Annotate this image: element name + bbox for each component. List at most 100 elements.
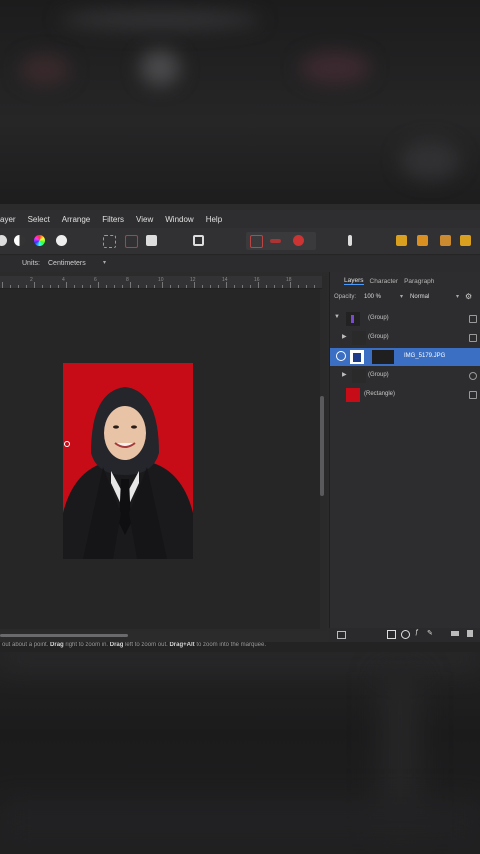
layer-thumbnail xyxy=(352,331,366,345)
layer-row[interactable]: ▼ (Group) xyxy=(330,310,480,328)
layer-thumbnail xyxy=(352,369,366,383)
pen-icon[interactable] xyxy=(348,235,352,246)
ruler-tick xyxy=(210,285,211,288)
expand-arrow-icon[interactable]: ▶ xyxy=(342,333,347,340)
add-layer-icon[interactable] xyxy=(337,631,346,639)
menu-help[interactable]: Help xyxy=(206,215,222,224)
layer-row[interactable]: ▶ (Group) xyxy=(330,367,480,385)
trash-icon[interactable] xyxy=(467,630,473,637)
adjustment-icon[interactable] xyxy=(401,630,410,639)
ruler-tick xyxy=(202,285,203,288)
ruler-tick xyxy=(146,285,147,288)
expand-arrow-icon[interactable]: ▶ xyxy=(342,371,347,378)
tab-character[interactable]: Character xyxy=(370,278,399,285)
horizontal-scrollbar[interactable] xyxy=(0,634,128,637)
opacity-label: Opacity: xyxy=(334,294,357,300)
expand-arrow-icon[interactable]: ▼ xyxy=(334,314,340,320)
visibility-checkbox[interactable] xyxy=(469,391,477,399)
color-swatch-icon[interactable] xyxy=(293,235,304,246)
chevron-down-icon[interactable]: ▾ xyxy=(103,259,106,266)
visibility-checkbox[interactable] xyxy=(469,372,477,380)
main-toolbar xyxy=(0,228,480,255)
mask-thumbnail xyxy=(372,350,394,364)
status-text: right to zoom in. xyxy=(65,642,109,648)
visibility-checkbox[interactable] xyxy=(469,334,477,342)
chevron-down-icon[interactable]: ▾ xyxy=(456,293,459,300)
menu-select[interactable]: Select xyxy=(28,215,50,224)
arrange-back-icon[interactable] xyxy=(440,235,451,246)
document-canvas[interactable] xyxy=(0,289,320,629)
frame-icon[interactable] xyxy=(193,235,204,246)
fx-icon[interactable]: ƒ xyxy=(415,629,419,636)
ruler-tick xyxy=(170,285,171,288)
blend-mode-dropdown[interactable]: Normal xyxy=(410,294,429,300)
tools-icon[interactable] xyxy=(460,235,471,246)
selection-handle[interactable] xyxy=(64,441,70,447)
tab-layers[interactable]: Layers xyxy=(344,277,364,285)
ruler-tick xyxy=(234,285,235,288)
opacity-row: Opacity: 100 % ▾ Normal ▾ ⚙ xyxy=(330,292,480,304)
eye-icon[interactable] xyxy=(336,351,346,361)
context-toolbar: Units: Centimeters ▾ xyxy=(0,256,480,272)
ruler-tick xyxy=(34,282,35,288)
marquee-icon[interactable] xyxy=(103,235,116,248)
layer-name[interactable]: IMG_5179.JPG xyxy=(404,353,445,359)
layer-name[interactable]: (Group) xyxy=(368,334,389,340)
ruler-tick xyxy=(186,285,187,288)
visibility-checkbox[interactable] xyxy=(469,315,477,323)
units-dropdown[interactable]: Centimeters xyxy=(48,260,86,267)
ruler-tick xyxy=(266,285,267,288)
ruler-number: 10 xyxy=(158,277,164,283)
adjust-icon[interactable] xyxy=(0,235,7,246)
mask-icon[interactable] xyxy=(387,630,396,639)
menu-arrange[interactable]: Arrange xyxy=(62,215,90,224)
layer-name[interactable]: (Rectangle) xyxy=(364,391,395,397)
canvas-area: 2 4 6 8 10 12 14 16 18 xyxy=(0,276,327,637)
status-text: to zoom into the marquee. xyxy=(196,642,267,648)
status-key: Drag xyxy=(50,642,64,648)
ruler-tick xyxy=(274,285,275,288)
distribute-icon[interactable] xyxy=(270,239,281,243)
vertical-scrollbar[interactable] xyxy=(320,396,324,496)
layer-name[interactable]: (Group) xyxy=(368,372,389,378)
ruler-tick xyxy=(18,285,19,288)
color-wheel-icon[interactable] xyxy=(34,235,45,246)
layer-name[interactable]: (Group) xyxy=(368,315,389,321)
ruler-tick xyxy=(282,285,283,288)
brush-icon[interactable]: ✎ xyxy=(427,629,433,637)
ruler-tick xyxy=(138,285,139,288)
invert-select-icon[interactable] xyxy=(146,235,157,246)
status-text: left to zoom out. xyxy=(125,642,168,648)
status-key: Drag+Alt xyxy=(169,642,195,648)
ruler-tick xyxy=(306,285,307,288)
ruler-number: 18 xyxy=(286,277,292,283)
snap-icon[interactable] xyxy=(396,235,407,246)
menu-view[interactable]: View xyxy=(136,215,153,224)
ruler-tick xyxy=(242,285,243,288)
layer-row[interactable]: ▶ (Group) xyxy=(330,329,480,347)
layer-row[interactable]: (Rectangle) xyxy=(330,386,480,404)
ruler-tick xyxy=(314,285,315,288)
menu-window[interactable]: Window xyxy=(165,215,193,224)
ruler-tick xyxy=(106,285,107,288)
ruler-tick xyxy=(250,285,251,288)
ruler-tick xyxy=(50,285,51,288)
menu-layer[interactable]: ayer xyxy=(0,215,16,224)
white-balance-icon[interactable] xyxy=(56,235,67,246)
contrast-icon[interactable] xyxy=(14,235,25,246)
status-bar: out about a point. Drag right to zoom in… xyxy=(0,642,480,652)
opacity-input[interactable]: 100 % xyxy=(364,294,381,300)
folder-icon[interactable] xyxy=(451,631,459,636)
menu-filters[interactable]: Filters xyxy=(102,215,124,224)
tab-paragraph[interactable]: Paragraph xyxy=(404,278,434,285)
portrait-photo[interactable] xyxy=(63,363,193,559)
layer-row-selected[interactable]: IMG_5179.JPG xyxy=(330,348,480,366)
chevron-down-icon[interactable]: ▾ xyxy=(400,293,403,300)
freehand-select-icon[interactable] xyxy=(125,235,138,248)
ruler-tick xyxy=(178,285,179,288)
arrange-front-icon[interactable] xyxy=(417,235,428,246)
align-icon[interactable] xyxy=(250,235,263,248)
ruler-tick xyxy=(10,285,11,288)
app-window: ayer Select Arrange Filters View Window … xyxy=(0,204,480,652)
gear-icon[interactable]: ⚙ xyxy=(465,292,472,301)
